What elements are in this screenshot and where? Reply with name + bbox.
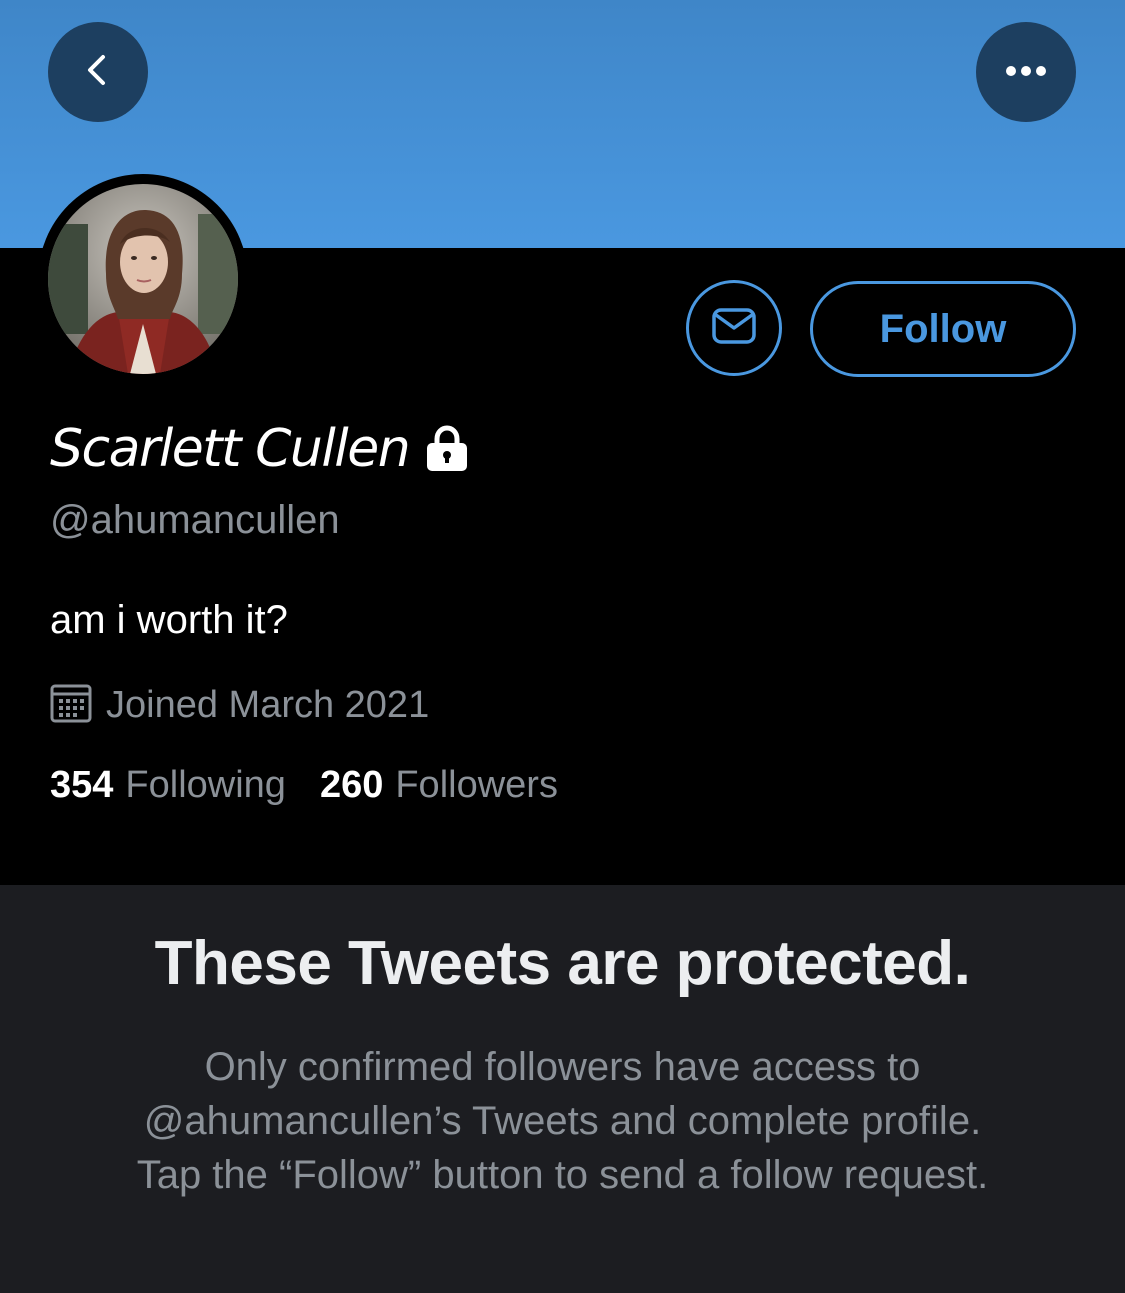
joined-date: Joined March 2021	[106, 683, 430, 726]
protected-notice-line: Only confirmed followers have access to	[204, 1045, 921, 1089]
avatar[interactable]	[48, 184, 238, 374]
user-bio: am i worth it?	[50, 598, 288, 642]
followers-link[interactable]: 260 Followers	[320, 764, 558, 807]
message-button[interactable]	[686, 280, 782, 376]
avatar-photo	[48, 184, 238, 374]
protected-notice-line: @ahumancullen’s Tweets and complete prof…	[143, 1099, 982, 1143]
protected-notice-line: Tap the “Follow” button to send a follow…	[136, 1153, 989, 1197]
envelope-icon	[711, 306, 757, 350]
followers-label: Followers	[395, 764, 558, 806]
chevron-left-icon	[78, 50, 118, 94]
following-label: Following	[125, 764, 286, 806]
protected-notice-title: These Tweets are protected.	[154, 929, 971, 998]
profile-screen: Follow Scarlett Cullen @ahumancullen am …	[0, 0, 1125, 1293]
more-horizontal-icon	[1002, 63, 1050, 82]
follow-button-label: Follow	[879, 306, 1007, 351]
following-link[interactable]: 354 Following	[50, 764, 286, 807]
back-button[interactable]	[48, 22, 148, 122]
protected-notice-body: Only confirmed followers have access to …	[0, 1040, 1125, 1202]
user-handle: @ahumancullen	[50, 498, 340, 542]
avatar-ring	[38, 174, 248, 384]
display-name: Scarlett Cullen	[50, 419, 411, 479]
joined-date-row: Joined March 2021	[50, 680, 429, 730]
name-row: Scarlett Cullen	[50, 414, 471, 484]
followers-count: 260	[319, 764, 384, 806]
lock-icon	[423, 425, 471, 473]
more-options-button[interactable]	[976, 22, 1076, 122]
following-count: 354	[50, 764, 114, 806]
calendar-icon	[50, 682, 92, 728]
follow-button[interactable]: Follow	[810, 281, 1076, 377]
follow-stats: 354 Following 260 Followers	[50, 764, 558, 807]
